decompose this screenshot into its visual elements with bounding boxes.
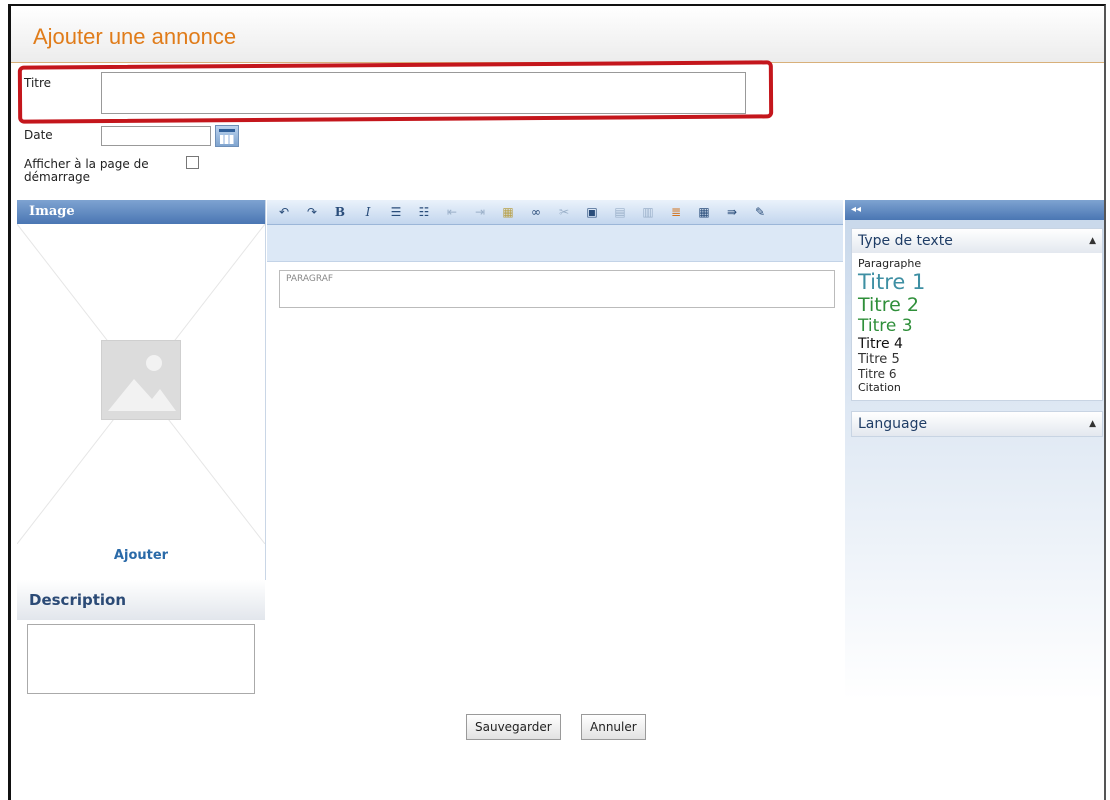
image-panel-header: Image [17, 200, 265, 224]
save-button[interactable]: Sauvegarder [466, 714, 561, 740]
collapse-arrow-icon[interactable]: ▲ [1089, 412, 1096, 436]
startpage-checkbox[interactable] [186, 156, 199, 169]
startpage-label: Afficher à la page de démarrage [24, 157, 149, 184]
image-panel: Image Ajouter [17, 200, 266, 580]
type-paragraphe[interactable]: Paragraphe [858, 257, 1096, 270]
outdent-icon[interactable]: ⇤ [441, 201, 463, 223]
language-accordion-header[interactable]: Language ▲ [852, 412, 1102, 436]
highlight-annotation [17, 60, 774, 124]
insert-image-icon[interactable]: ▣ [581, 201, 603, 223]
format-icon[interactable]: ⇛ [721, 201, 743, 223]
align-right-icon[interactable]: ≣ [665, 201, 687, 223]
rich-text-editor: ↶ ↷ B I ☰ ☷ ⇤ ⇥ ▦ ∞ ✂ ▣ ▤ ▥ ≣ ▦ ⇛ ✎ PARA… [267, 200, 843, 700]
type-titre-4[interactable]: Titre 4 [858, 336, 1096, 352]
description-panel: Description [17, 580, 265, 700]
editor-subbar [267, 225, 843, 262]
indent-icon[interactable]: ⇥ [469, 201, 491, 223]
language-accordion: Language ▲ [851, 411, 1103, 437]
type-titre-6[interactable]: Titre 6 [858, 367, 1096, 381]
text-type-list: Paragraphe Titre 1 Titre 2 Titre 3 Titre… [852, 253, 1102, 400]
paragraph-block[interactable]: PARAGRAF [279, 270, 835, 308]
page-header: Ajouter une annonce [11, 6, 1104, 63]
unordered-list-icon[interactable]: ☷ [413, 201, 435, 223]
align-left-icon[interactable]: ▤ [609, 201, 631, 223]
type-citation[interactable]: Citation [858, 381, 1096, 394]
language-header-label: Language [858, 416, 928, 432]
date-label: Date [24, 128, 53, 142]
undo-icon[interactable]: ↶ [273, 201, 295, 223]
table-icon[interactable]: ▦ [693, 201, 715, 223]
calendar-icon[interactable] [215, 125, 239, 147]
collapse-panel-icon[interactable]: ◂◂ [845, 200, 1104, 220]
right-panel: ◂◂ Type de texte ▲ Paragraphe Titre 1 Ti… [845, 200, 1104, 700]
description-textarea[interactable] [27, 624, 255, 694]
align-center-icon[interactable]: ▥ [637, 201, 659, 223]
italic-icon[interactable]: I [357, 201, 379, 223]
type-accordion: Type de texte ▲ Paragraphe Titre 1 Titre… [851, 228, 1103, 401]
type-titre-3[interactable]: Titre 3 [858, 316, 1096, 336]
ordered-list-icon[interactable]: ☰ [385, 201, 407, 223]
add-image-link[interactable]: Ajouter [17, 548, 265, 563]
cancel-button[interactable]: Annuler [581, 714, 646, 740]
redo-icon[interactable]: ↷ [301, 201, 323, 223]
editor-toolbar: ↶ ↷ B I ☰ ☷ ⇤ ⇥ ▦ ∞ ✂ ▣ ▤ ▥ ≣ ▦ ⇛ ✎ [267, 200, 843, 225]
type-titre-1[interactable]: Titre 1 [858, 270, 1096, 294]
type-accordion-header[interactable]: Type de texte ▲ [852, 229, 1102, 253]
type-header-label: Type de texte [858, 233, 953, 249]
collapse-arrow-icon[interactable]: ▲ [1089, 229, 1096, 253]
type-titre-5[interactable]: Titre 5 [858, 352, 1096, 367]
paragraph-placeholder: PARAGRAF [286, 274, 334, 284]
paste-icon[interactable]: ▦ [497, 201, 519, 223]
bold-icon[interactable]: B [329, 201, 351, 223]
image-placeholder-area[interactable] [17, 224, 265, 544]
page-title: Ajouter une annonce [33, 24, 237, 49]
unlink-icon[interactable]: ✂ [553, 201, 575, 223]
image-placeholder-icon [101, 340, 181, 420]
link-icon[interactable]: ∞ [525, 201, 547, 223]
type-titre-2[interactable]: Titre 2 [858, 294, 1096, 316]
window-frame: Ajouter une annonce Titre Date Afficher … [8, 4, 1106, 800]
eraser-icon[interactable]: ✎ [749, 201, 771, 223]
date-input[interactable] [101, 126, 211, 146]
description-header: Description [17, 580, 265, 620]
